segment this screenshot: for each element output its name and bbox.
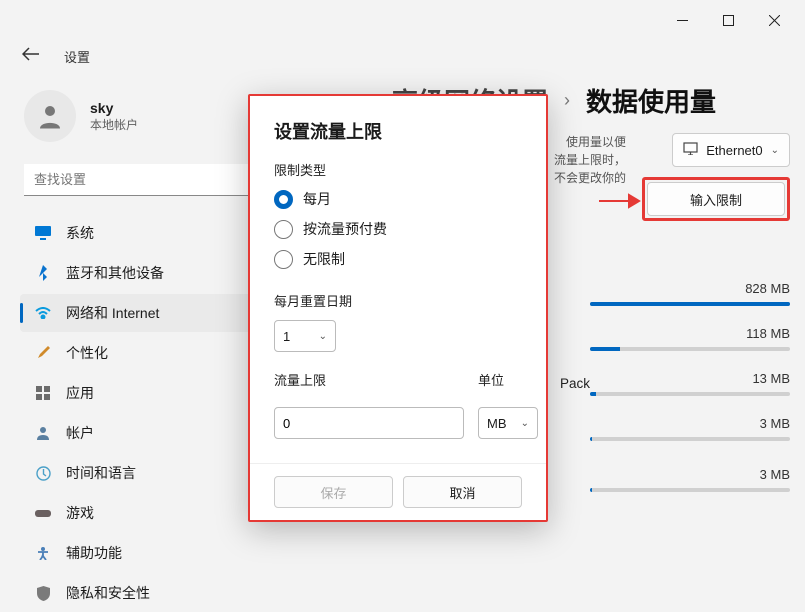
window-titlebar: [0, 0, 805, 40]
usage-bar: [590, 347, 790, 351]
sidebar-item-8[interactable]: 辅助功能: [20, 534, 310, 572]
limit-amount-label: 流量上限: [274, 370, 464, 389]
chevron-right-icon: ›: [564, 90, 570, 111]
limit-amount-input[interactable]: [274, 407, 464, 439]
sidebar-item-label: 蓝牙和其他设备: [66, 263, 164, 283]
radio-icon: [274, 190, 293, 209]
monitor-icon: [34, 224, 52, 242]
person-icon: [34, 424, 52, 442]
minimize-button[interactable]: [659, 4, 705, 36]
radio-label: 每月: [303, 189, 331, 209]
ethernet-icon: [683, 142, 698, 158]
radio-label: 按流量预付费: [303, 219, 387, 239]
usage-bar: [590, 488, 790, 492]
username: sky: [90, 100, 138, 116]
network-adapter-selector[interactable]: Ethernet0 ⌄: [672, 133, 790, 167]
account-type: 本地帐户: [90, 116, 138, 133]
unit-value: MB: [487, 416, 507, 431]
sidebar-item-label: 隐私和安全性: [66, 583, 150, 603]
chevron-down-icon: ⌄: [771, 145, 779, 156]
chevron-down-icon: ⌄: [521, 418, 529, 429]
usage-bar: [590, 302, 790, 306]
avatar: [24, 90, 76, 142]
sidebar-item-label: 个性化: [66, 343, 108, 363]
row-amount: 3 MB: [590, 467, 790, 482]
sidebar-item-9[interactable]: 隐私和安全性: [20, 574, 310, 612]
gamepad-icon: [34, 504, 52, 522]
sidebar-item-label: 帐户: [66, 423, 94, 443]
sidebar-item-label: 应用: [66, 383, 94, 403]
sidebar-item-label: 辅助功能: [66, 543, 122, 563]
sidebar-item-label: 网络和 Internet: [66, 303, 159, 323]
usage-bar: [590, 437, 790, 441]
chevron-down-icon: ⌄: [319, 331, 327, 342]
dialog-title: 设置流量上限: [274, 118, 522, 144]
sidebar-item-label: 游戏: [66, 503, 94, 523]
reset-date-label: 每月重置日期: [274, 291, 522, 310]
radio-option-2[interactable]: 无限制: [274, 249, 522, 269]
unit-select[interactable]: MB ⌄: [478, 407, 538, 439]
save-label: 保存: [320, 483, 346, 502]
row-amount: 118 MB: [590, 326, 790, 341]
row-amount: 13 MB: [590, 371, 790, 386]
enter-limit-highlight: 输入限制: [642, 177, 790, 221]
radio-icon: [274, 250, 293, 269]
usage-bar: [590, 392, 790, 396]
header-row: 设置: [0, 40, 805, 72]
row-amount: 3 MB: [590, 416, 790, 431]
apps-icon: [34, 384, 52, 402]
shield-icon: [34, 584, 52, 602]
close-button[interactable]: [751, 4, 797, 36]
cancel-label: 取消: [449, 483, 475, 502]
breadcrumb-data-usage: 数据使用量: [586, 82, 716, 119]
reset-date-value: 1: [283, 329, 290, 344]
row-label: Pack: [560, 376, 590, 391]
unit-label: 单位: [478, 370, 538, 389]
reset-date-select[interactable]: 1 ⌄: [274, 320, 336, 352]
app-title: 设置: [64, 47, 90, 66]
brush-icon: [34, 344, 52, 362]
bluetooth-icon: [34, 264, 52, 282]
sidebar-item-label: 系统: [66, 223, 94, 243]
clock-globe-icon: [34, 464, 52, 482]
limit-type-radio-group: 每月按流量预付费无限制: [274, 189, 522, 269]
row-amount: 828 MB: [590, 281, 790, 296]
cancel-button[interactable]: 取消: [403, 476, 522, 508]
maximize-button[interactable]: [705, 4, 751, 36]
sidebar-item-label: 时间和语言: [66, 463, 136, 483]
adapter-label: Ethernet0: [706, 143, 762, 158]
radio-option-0[interactable]: 每月: [274, 189, 522, 209]
radio-icon: [274, 220, 293, 239]
accessibility-icon: [34, 544, 52, 562]
back-button[interactable]: [22, 47, 40, 66]
enter-limit-label: 输入限制: [690, 190, 742, 209]
radio-label: 无限制: [303, 249, 345, 269]
data-limit-dialog: 设置流量上限 限制类型 每月按流量预付费无限制 每月重置日期 1 ⌄ 流量上限 …: [248, 94, 548, 522]
wifi-icon: [34, 304, 52, 322]
limit-type-label: 限制类型: [274, 160, 522, 179]
annotation-arrow-icon: [597, 192, 641, 215]
enter-limit-button[interactable]: 输入限制: [647, 182, 785, 216]
radio-option-1[interactable]: 按流量预付费: [274, 219, 522, 239]
save-button[interactable]: 保存: [274, 476, 393, 508]
